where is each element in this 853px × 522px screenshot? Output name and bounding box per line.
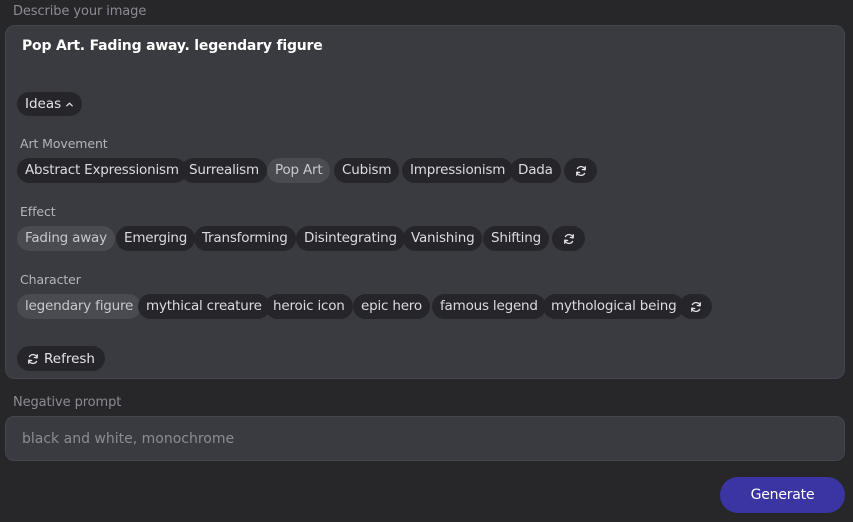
refresh-icon bbox=[690, 301, 702, 313]
chip-fading-away[interactable]: Fading away bbox=[17, 226, 115, 251]
group-label-art-movement: Art Movement bbox=[20, 136, 108, 151]
image-generator-panel: Describe your image Pop Art. Fading away… bbox=[0, 0, 853, 522]
group-label-character: Character bbox=[20, 272, 81, 287]
shuffle-character-button[interactable] bbox=[679, 294, 712, 319]
refresh-icon bbox=[27, 353, 39, 365]
chip-mythological-being[interactable]: mythological being bbox=[543, 294, 685, 319]
negative-prompt-input[interactable] bbox=[22, 417, 822, 460]
ideas-toggle-button[interactable]: Ideas bbox=[17, 92, 83, 116]
chip-transforming[interactable]: Transforming bbox=[194, 226, 296, 251]
negative-prompt-label: Negative prompt bbox=[13, 395, 122, 410]
chevron-up-icon bbox=[65, 100, 74, 109]
chip-famous-legend[interactable]: famous legend bbox=[432, 294, 546, 319]
negative-prompt-box[interactable] bbox=[5, 416, 845, 461]
chip-pop-art[interactable]: Pop Art bbox=[267, 158, 331, 183]
chip-heroic-icon[interactable]: heroic icon bbox=[265, 294, 353, 319]
chip-abstract-expressionism[interactable]: Abstract Expressionism bbox=[17, 158, 187, 183]
prompt-box[interactable]: Pop Art. Fading away. legendary figure I… bbox=[5, 25, 845, 379]
shuffle-art-movement-button[interactable] bbox=[564, 158, 597, 183]
chip-vanishing[interactable]: Vanishing bbox=[403, 226, 483, 251]
ideas-label: Ideas bbox=[25, 96, 62, 112]
chip-epic-hero[interactable]: epic hero bbox=[353, 294, 430, 319]
chip-legendary-figure[interactable]: legendary figure bbox=[17, 294, 142, 319]
shuffle-effect-button[interactable] bbox=[552, 226, 585, 251]
chip-impressionism[interactable]: Impressionism bbox=[402, 158, 514, 183]
group-label-effect: Effect bbox=[20, 204, 56, 219]
describe-label: Describe your image bbox=[13, 4, 147, 19]
generate-button[interactable]: Generate bbox=[720, 477, 845, 513]
prompt-text[interactable]: Pop Art. Fading away. legendary figure bbox=[22, 38, 323, 54]
chip-dada[interactable]: Dada bbox=[510, 158, 561, 183]
chip-emerging[interactable]: Emerging bbox=[116, 226, 196, 251]
chip-disintegrating[interactable]: Disintegrating bbox=[296, 226, 405, 251]
refresh-ideas-button[interactable]: Refresh bbox=[17, 346, 105, 371]
chip-cubism[interactable]: Cubism bbox=[334, 158, 400, 183]
refresh-label: Refresh bbox=[44, 350, 95, 367]
chip-shifting[interactable]: Shifting bbox=[483, 226, 549, 251]
refresh-icon bbox=[563, 233, 575, 245]
chip-surrealism[interactable]: Surrealism bbox=[181, 158, 267, 183]
chip-mythical-creature[interactable]: mythical creature bbox=[138, 294, 270, 319]
refresh-icon bbox=[575, 165, 587, 177]
